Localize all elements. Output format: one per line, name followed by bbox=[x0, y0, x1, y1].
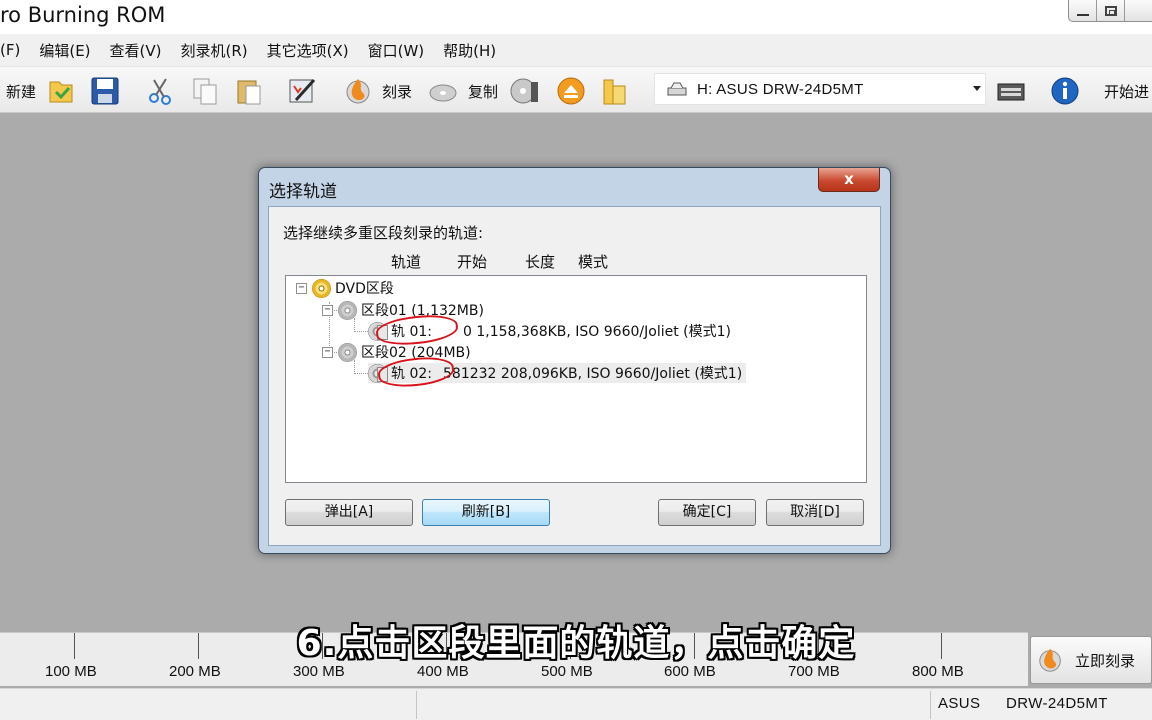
menu-recorder[interactable]: 刻录机(R) bbox=[181, 40, 257, 61]
collapse-icon[interactable]: − bbox=[322, 346, 333, 358]
minimize-button[interactable] bbox=[1069, 0, 1097, 21]
maximize-icon bbox=[1104, 5, 1117, 16]
eject-button[interactable]: 弹出[A] bbox=[285, 499, 413, 526]
dialog-close-button[interactable]: x bbox=[818, 168, 880, 192]
save-icon bbox=[91, 77, 119, 105]
disc-info-button[interactable] bbox=[510, 75, 540, 107]
open-project-button[interactable] bbox=[600, 75, 630, 107]
drive-info-button[interactable] bbox=[996, 75, 1026, 107]
dialog-prompt: 选择继续多重区段刻录的轨道: bbox=[283, 224, 484, 242]
drive-icon bbox=[997, 83, 1025, 101]
menu-edit[interactable]: 编辑(E) bbox=[39, 40, 99, 61]
paste-button[interactable] bbox=[234, 75, 264, 107]
start-button[interactable]: 开始进 bbox=[1104, 75, 1149, 107]
minimize-icon bbox=[1076, 13, 1089, 16]
window-controls bbox=[1068, 0, 1152, 22]
ok-button[interactable]: 确定[C] bbox=[658, 499, 756, 526]
tree-root-label: DVD区段 bbox=[335, 281, 394, 297]
dialog-body: 选择继续多重区段刻录的轨道: 轨道 开始 长度 模式 − DVD区段 − 区段0… bbox=[268, 206, 881, 546]
status-model: DRW-24D5MT bbox=[1006, 695, 1108, 712]
dialog-title: 选择轨道 bbox=[269, 182, 337, 202]
column-header-track[interactable]: 轨道 bbox=[391, 251, 421, 272]
scissors-icon bbox=[149, 78, 171, 105]
copy-button[interactable] bbox=[190, 75, 220, 107]
info-button[interactable] bbox=[1050, 75, 1080, 107]
status-bar: ASUS DRW-24D5MT bbox=[0, 688, 1152, 720]
menu-extras[interactable]: 其它选项(X) bbox=[267, 40, 358, 61]
disc-copy-icon bbox=[429, 84, 457, 102]
track-tree[interactable]: − DVD区段 − 区段01 (1,132MB) 轨 01: 0 1,158,3… bbox=[285, 275, 867, 483]
drive-select-value: H: ASUS DRW-24D5MT bbox=[697, 80, 864, 98]
column-header-start[interactable]: 开始 bbox=[457, 251, 487, 272]
menu-view[interactable]: 查看(V) bbox=[110, 40, 171, 61]
dvd-icon bbox=[312, 278, 331, 298]
session-disc-icon bbox=[338, 300, 357, 320]
start-label: 开始进 bbox=[1104, 82, 1150, 101]
eject-icon bbox=[557, 77, 585, 105]
status-separator bbox=[930, 691, 931, 719]
video-subtitle: 6.点击区段里面的轨道，点击确定 bbox=[296, 623, 856, 664]
burn-button[interactable]: 刻录 bbox=[344, 75, 412, 107]
maximize-button[interactable] bbox=[1097, 0, 1125, 21]
title-bar: ro Burning ROM bbox=[0, 0, 1152, 34]
tree-connector bbox=[354, 360, 355, 374]
menu-help[interactable]: 帮助(H) bbox=[443, 40, 505, 61]
copy-icon bbox=[193, 78, 217, 105]
column-header-mode[interactable]: 模式 bbox=[578, 251, 608, 272]
refresh-button[interactable]: 刷新[B] bbox=[422, 499, 550, 526]
compile-button[interactable] bbox=[288, 75, 318, 107]
folder-icon bbox=[603, 79, 626, 105]
new-label: 新建 bbox=[6, 82, 37, 101]
session-disc-icon bbox=[338, 342, 357, 362]
tree-node-dvd[interactable]: − DVD区段 bbox=[296, 278, 394, 298]
open-folder-icon bbox=[49, 81, 73, 103]
drive-select[interactable]: H: ASUS DRW-24D5MT bbox=[654, 73, 986, 105]
wand-icon bbox=[289, 78, 316, 103]
menu-file[interactable]: (F) bbox=[0, 41, 29, 59]
menu-bar: (F) 编辑(E) 查看(V) 刻录机(R) 其它选项(X) 窗口(W) 帮助(… bbox=[0, 34, 1152, 67]
cancel-button[interactable]: 取消[D] bbox=[766, 499, 864, 526]
burn-icon bbox=[346, 79, 370, 104]
paste-icon bbox=[237, 80, 261, 105]
new-button[interactable]: 新建 bbox=[6, 75, 36, 107]
cut-button[interactable] bbox=[146, 75, 176, 107]
copy-disc-label: 复制 bbox=[468, 82, 499, 101]
tree-connector bbox=[354, 318, 355, 332]
drive-small-icon bbox=[667, 82, 687, 96]
menu-window[interactable]: 窗口(W) bbox=[368, 40, 434, 61]
open-button[interactable] bbox=[46, 75, 76, 107]
track-info: 0 1,158,368KB, ISO 9660/Joliet (模式1) bbox=[463, 324, 731, 340]
tree-node-session[interactable]: − 区段02 (204MB) bbox=[322, 342, 471, 362]
copy-disc-button[interactable]: 复制 bbox=[428, 75, 498, 107]
select-track-dialog: 选择轨道 x 选择继续多重区段刻录的轨道: 轨道 开始 长度 模式 − DVD区… bbox=[258, 167, 891, 554]
tree-connector bbox=[354, 373, 368, 374]
track-info: 581232 208,096KB, ISO 9660/Joliet (模式1) bbox=[443, 366, 743, 382]
tree-connector bbox=[354, 331, 368, 332]
chevron-down-icon bbox=[973, 86, 981, 91]
info-icon bbox=[1051, 77, 1079, 105]
eject-toolbar-button[interactable] bbox=[556, 75, 586, 107]
window-title: ro Burning ROM bbox=[0, 3, 166, 27]
collapse-icon[interactable]: − bbox=[322, 304, 333, 316]
collapse-icon[interactable]: − bbox=[296, 282, 307, 294]
disc-info-icon bbox=[510, 78, 538, 104]
column-header-length[interactable]: 长度 bbox=[525, 251, 555, 272]
status-separator bbox=[416, 691, 417, 719]
save-button[interactable] bbox=[90, 75, 120, 107]
status-vendor: ASUS bbox=[938, 695, 981, 712]
burn-label: 刻录 bbox=[382, 82, 413, 101]
